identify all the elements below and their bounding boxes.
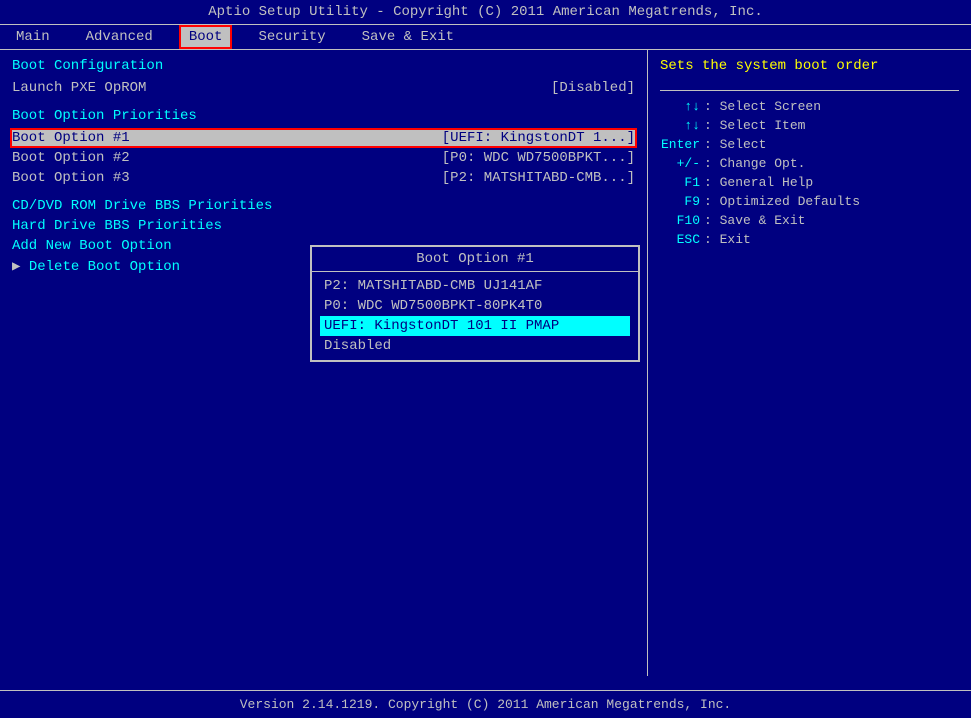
key-help: ↑↓ : Select Screen ↑↓ : Select Item Ente… <box>660 99 959 247</box>
key-desc-4: : General Help <box>704 175 813 190</box>
popup-item-3[interactable]: Disabled <box>320 336 630 356</box>
boot-option-popup: Boot Option #1 P2: MATSHITABD-CMB UJ141A… <box>310 245 640 362</box>
popup-items: P2: MATSHITABD-CMB UJ141AF P0: WDC WD750… <box>312 272 638 360</box>
key-arrows-2: ↑↓ <box>660 118 700 133</box>
hard-drive-priorities[interactable]: Hard Drive BBS Priorities <box>12 218 635 234</box>
launch-pxe-label: Launch PXE OpROM <box>12 80 146 96</box>
left-panel: Boot Configuration Launch PXE OpROM [Dis… <box>0 50 648 676</box>
launch-pxe-row[interactable]: Launch PXE OpROM [Disabled] <box>12 80 635 96</box>
boot-config-title: Boot Configuration <box>12 58 635 74</box>
main-content: Boot Configuration Launch PXE OpROM [Dis… <box>0 50 971 676</box>
key-esc: ESC <box>660 232 700 247</box>
right-panel: Sets the system boot order ↑↓ : Select S… <box>648 50 971 676</box>
right-divider <box>660 90 959 91</box>
menu-item-main[interactable]: Main <box>8 27 58 47</box>
status-text: Version 2.14.1219. Copyright (C) 2011 Am… <box>240 697 731 712</box>
key-desc-3: : Change Opt. <box>704 156 805 171</box>
help-text: Sets the system boot order <box>660 58 959 74</box>
key-desc-1: : Select Item <box>704 118 805 133</box>
boot-option-3-label: Boot Option #3 <box>12 170 130 186</box>
cd-dvd-priorities[interactable]: CD/DVD ROM Drive BBS Priorities <box>12 198 635 214</box>
key-enter: Enter <box>660 137 700 152</box>
key-row-6: F10 : Save & Exit <box>660 213 959 228</box>
boot-option-2-label: Boot Option #2 <box>12 150 130 166</box>
key-row-3: +/- : Change Opt. <box>660 156 959 171</box>
key-desc-5: : Optimized Defaults <box>704 194 860 209</box>
key-plus-minus: +/- <box>660 156 700 171</box>
key-desc-7: : Exit <box>704 232 751 247</box>
boot-option-1-row[interactable]: Boot Option #1 [UEFI: KingstonDT 1...] <box>12 130 635 146</box>
launch-pxe-value: [Disabled] <box>551 80 635 96</box>
key-arrows-1: ↑↓ <box>660 99 700 114</box>
boot-option-2-row[interactable]: Boot Option #2 [P0: WDC WD7500BPKT...] <box>12 150 635 166</box>
menu-item-security[interactable]: Security <box>250 27 333 47</box>
popup-title: Boot Option #1 <box>312 247 638 272</box>
title-bar: Aptio Setup Utility - Copyright (C) 2011… <box>0 0 971 24</box>
boot-option-3-value: [P2: MATSHITABD-CMB...] <box>442 170 635 186</box>
popup-item-2[interactable]: UEFI: KingstonDT 101 II PMAP <box>320 316 630 336</box>
key-f1: F1 <box>660 175 700 190</box>
boot-option-3-row[interactable]: Boot Option #3 [P2: MATSHITABD-CMB...] <box>12 170 635 186</box>
key-row-4: F1 : General Help <box>660 175 959 190</box>
boot-option-1-label: Boot Option #1 <box>12 130 130 146</box>
key-row-2: Enter : Select <box>660 137 959 152</box>
title-text: Aptio Setup Utility - Copyright (C) 2011… <box>208 4 763 20</box>
status-bar: Version 2.14.1219. Copyright (C) 2011 Am… <box>0 690 971 718</box>
key-desc-2: : Select <box>704 137 766 152</box>
key-desc-0: : Select Screen <box>704 99 821 114</box>
key-f10: F10 <box>660 213 700 228</box>
key-row-7: ESC : Exit <box>660 232 959 247</box>
key-row-0: ↑↓ : Select Screen <box>660 99 959 114</box>
boot-option-1-value: [UEFI: KingstonDT 1...] <box>442 130 635 146</box>
key-f9: F9 <box>660 194 700 209</box>
menu-item-save-exit[interactable]: Save & Exit <box>354 27 462 47</box>
popup-item-0[interactable]: P2: MATSHITABD-CMB UJ141AF <box>320 276 630 296</box>
key-desc-6: : Save & Exit <box>704 213 805 228</box>
boot-option-2-value: [P0: WDC WD7500BPKT...] <box>442 150 635 166</box>
key-row-5: F9 : Optimized Defaults <box>660 194 959 209</box>
menu-item-advanced[interactable]: Advanced <box>78 27 161 47</box>
popup-item-1[interactable]: P0: WDC WD7500BPKT-80PK4T0 <box>320 296 630 316</box>
key-row-1: ↑↓ : Select Item <box>660 118 959 133</box>
menu-item-boot[interactable]: Boot <box>181 27 231 47</box>
priorities-title: Boot Option Priorities <box>12 108 635 124</box>
menu-bar: Main Advanced Boot Security Save & Exit <box>0 24 971 50</box>
